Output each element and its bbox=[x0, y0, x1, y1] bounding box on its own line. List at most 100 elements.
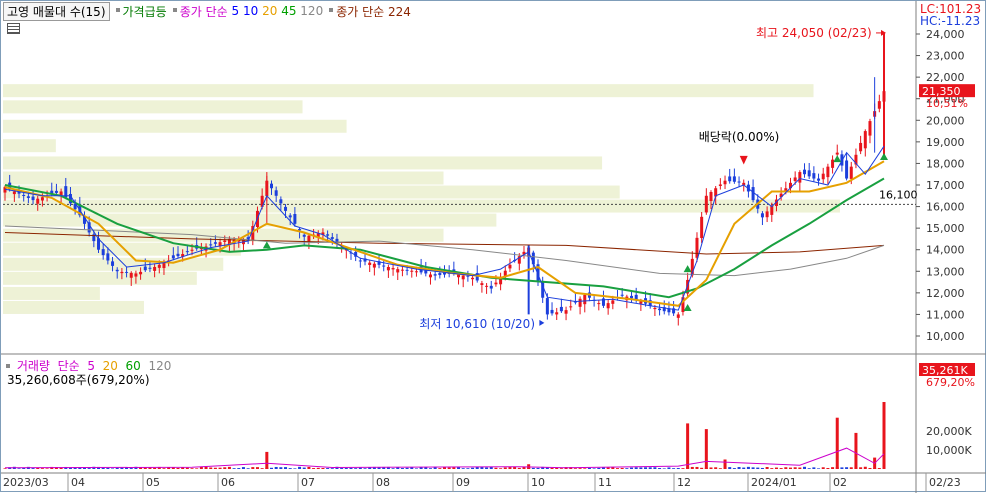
volume-bar bbox=[424, 467, 428, 469]
legend-price-surge[interactable]: 가격급등 bbox=[123, 3, 167, 20]
candle-body bbox=[723, 180, 727, 185]
volume-bar bbox=[265, 467, 269, 469]
candle-body bbox=[877, 101, 881, 109]
volume-bar bbox=[461, 468, 465, 469]
volume-bar bbox=[527, 467, 531, 469]
volume-bar bbox=[59, 467, 63, 469]
candle-body bbox=[700, 216, 704, 239]
volume-bar bbox=[499, 468, 503, 469]
candle-body bbox=[760, 213, 764, 218]
legend-ma-label[interactable]: 종가 단순 bbox=[180, 3, 228, 20]
volume-bar bbox=[718, 468, 722, 469]
candle-body bbox=[597, 303, 601, 305]
volume-bar bbox=[587, 467, 591, 469]
price-chart[interactable]: 10,000 11,000 12,000 13,000 14,000 15,000 16,0… bbox=[1, 1, 986, 493]
volume-bar bbox=[854, 466, 858, 469]
candle-body bbox=[831, 159, 835, 168]
volume-bar bbox=[129, 468, 133, 469]
table-icon[interactable] bbox=[7, 23, 20, 34]
ma20-line bbox=[4, 160, 885, 307]
legend-ma45[interactable]: 45 bbox=[281, 4, 296, 18]
candle-body bbox=[26, 196, 30, 198]
candle-body bbox=[770, 205, 774, 215]
candle-body bbox=[316, 233, 320, 238]
legend-ma20[interactable]: 20 bbox=[262, 4, 277, 18]
candle-body bbox=[185, 251, 189, 253]
volume-bar bbox=[335, 466, 339, 469]
volume-bar bbox=[751, 467, 755, 469]
volume-bar bbox=[321, 468, 325, 469]
volume-bar bbox=[340, 468, 344, 469]
candle-body bbox=[368, 262, 372, 265]
volume-bar bbox=[316, 467, 320, 469]
legend-ma10[interactable]: 10 bbox=[243, 4, 258, 18]
candle-body bbox=[611, 300, 615, 304]
volume-profile-zone bbox=[3, 119, 347, 133]
legend-ma224[interactable]: 종가 단순 224 bbox=[336, 3, 411, 20]
volume-bar bbox=[50, 466, 54, 469]
candle-body bbox=[746, 184, 750, 192]
volume-bar bbox=[545, 467, 549, 469]
volume-bar bbox=[760, 467, 764, 469]
volume-bar-spike bbox=[527, 464, 531, 469]
legend-ma120[interactable]: 120 bbox=[300, 4, 323, 18]
volume-bar bbox=[190, 468, 194, 469]
volume-bar bbox=[181, 467, 185, 469]
candle-body bbox=[873, 111, 877, 117]
candle-body bbox=[307, 235, 311, 242]
volume-bar bbox=[863, 466, 867, 469]
low-arrow-icon bbox=[539, 319, 545, 326]
volume-bar bbox=[817, 468, 821, 469]
volume-profile-zone bbox=[3, 228, 444, 242]
lc-hc-readout: LC:101.23 HC:-11.23 bbox=[920, 3, 981, 27]
candle-body bbox=[223, 240, 227, 243]
volume-bar bbox=[658, 468, 662, 469]
volume-ma120[interactable]: 120 bbox=[148, 359, 171, 373]
candle-body bbox=[134, 273, 138, 277]
candle-body bbox=[644, 298, 648, 304]
volume-bar bbox=[162, 468, 166, 469]
candle-body bbox=[868, 121, 872, 136]
volume-bar bbox=[101, 467, 105, 469]
volume-bar bbox=[45, 468, 49, 469]
volume-bar-spike bbox=[723, 459, 727, 469]
volume-bar bbox=[485, 467, 489, 469]
candle-body bbox=[578, 298, 582, 307]
volume-bar bbox=[812, 467, 816, 469]
volume-bar bbox=[82, 467, 86, 469]
legend-ma5[interactable]: 5 bbox=[232, 4, 240, 18]
volume-bar bbox=[358, 467, 362, 469]
candle-body bbox=[227, 238, 231, 245]
volume-bar bbox=[845, 467, 849, 469]
candle-body bbox=[396, 269, 400, 273]
candle-body bbox=[555, 312, 559, 315]
volume-bar bbox=[31, 468, 35, 469]
candle-body bbox=[129, 272, 133, 278]
volume-bar-spike bbox=[704, 429, 708, 469]
candle-body bbox=[840, 154, 844, 166]
candle-body bbox=[218, 242, 222, 247]
volume-bar bbox=[639, 467, 643, 469]
last-price-label: 21,350 bbox=[922, 85, 961, 98]
volume-bar bbox=[835, 467, 839, 469]
candle-body bbox=[466, 275, 470, 277]
volume-bar bbox=[36, 467, 40, 469]
candle-body bbox=[569, 306, 573, 308]
x-tick-label: 05 bbox=[146, 476, 160, 489]
volume-bar bbox=[882, 467, 886, 469]
candle-body bbox=[639, 301, 643, 304]
candle-body bbox=[251, 225, 255, 241]
volume-bar bbox=[176, 467, 180, 469]
x-tick-label: 2024/01 bbox=[751, 476, 797, 489]
volume-bar bbox=[255, 467, 259, 469]
candle-body bbox=[508, 264, 512, 269]
candle-body bbox=[849, 166, 853, 179]
candle-body bbox=[461, 275, 465, 280]
candle-body bbox=[232, 239, 236, 244]
volume-profile-zone bbox=[3, 271, 197, 285]
indicator-box[interactable]: 고영 매물대 수(15) bbox=[3, 1, 110, 21]
volume-bar-spike bbox=[854, 432, 858, 469]
candle-body bbox=[788, 182, 792, 189]
volume-bar bbox=[508, 467, 512, 469]
volume-bar bbox=[728, 467, 732, 469]
